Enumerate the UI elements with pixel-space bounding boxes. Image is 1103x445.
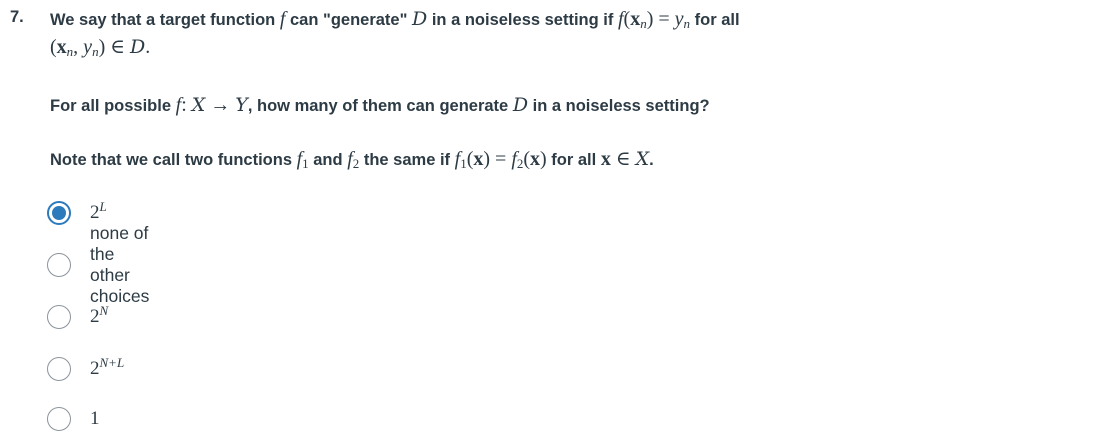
question-paragraph-3: Note that we call two functions f1 and f… (50, 146, 654, 174)
stem-text: and (308, 151, 348, 169)
stem-text: for all (690, 11, 740, 29)
math-equation-f-equals-y: f(xn) = yn (617, 8, 691, 31)
answer-label: 2N (90, 303, 109, 327)
stem-text: in a noiseless setting if (427, 11, 618, 29)
stem-text: the same if (359, 151, 455, 169)
stem-text: Note that we call two functions (50, 151, 297, 169)
math-dataset: D (412, 8, 428, 30)
stem-text: , how many of them can generate (247, 97, 513, 115)
answer-label: none of the other choices (90, 223, 150, 306)
stem-text: for all (546, 151, 601, 169)
math-f1: f1 (296, 148, 309, 171)
radio-unselected-icon[interactable] (47, 407, 71, 431)
question-paragraph-1: We say that a target function f can "gen… (50, 6, 1090, 62)
question-block: 7. We say that a target function f can "… (0, 0, 1103, 445)
math-pair-in-dataset: (xn, yn) ∈ D. (50, 36, 151, 59)
math-equality: f1(x) = f2(x) (454, 148, 547, 171)
question-stem: We say that a target function f can "gen… (50, 6, 1090, 170)
stem-text: in a noiseless setting? (528, 97, 710, 115)
stem-text: We say that a target function (50, 11, 280, 29)
question-number: 7. (10, 8, 24, 26)
radio-selected-icon[interactable] (47, 201, 71, 225)
math-f2: f2 (347, 148, 360, 171)
question-paragraph-2: For all possible f: X → Y, how many of t… (50, 92, 710, 120)
math-x-in-X: x ∈ X (600, 148, 650, 170)
math-mapping: f: X → Y (175, 94, 248, 116)
answer-label: 2L (90, 199, 107, 223)
radio-unselected-icon[interactable] (47, 305, 71, 329)
answer-option-none[interactable]: none of the other choices (47, 223, 149, 306)
math-dataset: D (512, 94, 529, 116)
answer-label: 1 (90, 408, 100, 429)
radio-unselected-icon[interactable] (47, 357, 71, 381)
answer-label: 2N+L (90, 355, 125, 379)
answer-option-1[interactable]: 1 (47, 405, 100, 433)
stem-text: can "generate" (285, 11, 413, 29)
answer-option-2-pow-N[interactable]: 2N (47, 303, 108, 331)
stem-text: . (649, 151, 654, 169)
radio-unselected-icon[interactable] (47, 253, 71, 277)
answer-option-2-pow-N-plus-L[interactable]: 2N+L (47, 355, 124, 383)
stem-text: For all possible (50, 97, 176, 115)
